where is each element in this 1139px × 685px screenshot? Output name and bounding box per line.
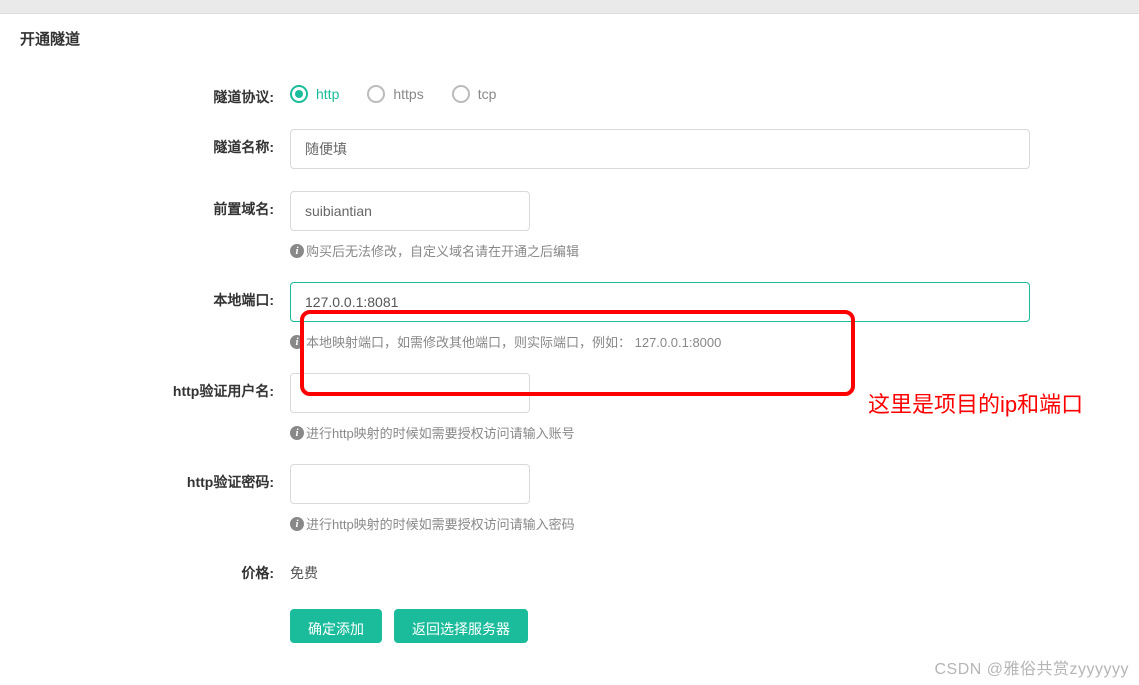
row-pass: http验证密码: i 进行http映射的时候如需要授权访问请输入密码 [20,464,1119,533]
label-name: 隧道名称: [20,129,290,157]
radio-http[interactable]: http [290,85,339,103]
protocol-radios: http https tcp [290,79,1030,103]
http-user-input[interactable] [290,373,530,413]
radio-icon [367,85,385,103]
radio-tcp[interactable]: tcp [452,85,497,103]
hint-port: i 本地映射端口，如需修改其他端口，则实际端口，例如： 127.0.0.1:80… [290,332,1030,351]
label-pass: http验证密码: [20,464,290,492]
hint-text: 购买后无法修改，自定义域名请在开通之后编辑 [306,241,579,260]
field-port: i 本地映射端口，如需修改其他端口，则实际端口，例如： 127.0.0.1:80… [290,282,1030,351]
row-domain: 前置域名: i 购买后无法修改，自定义域名请在开通之后编辑 [20,191,1119,260]
hint-text: 进行http映射的时候如需要授权访问请输入密码 [306,514,575,533]
hint-domain: i 购买后无法修改，自定义域名请在开通之后编辑 [290,241,1030,260]
info-icon: i [290,335,304,349]
row-price: 价格: 免费 [20,555,1119,583]
info-icon: i [290,426,304,440]
label-price: 价格: [20,555,290,583]
label-port: 本地端口: [20,282,290,310]
local-port-input[interactable] [290,282,1030,322]
http-pass-input[interactable] [290,464,530,504]
tunnel-name-input[interactable] [290,129,1030,169]
top-spacer [0,0,1139,14]
radio-https[interactable]: https [367,85,423,103]
domain-input[interactable] [290,191,530,231]
info-icon: i [290,244,304,258]
annotation-text: 这里是项目的ip和端口 [868,388,1083,421]
label-user: http验证用户名: [20,373,290,401]
radio-label: http [316,86,339,102]
label-domain: 前置域名: [20,191,290,219]
hint-text: 进行http映射的时候如需要授权访问请输入账号 [306,423,575,442]
field-price: 免费 [290,555,1030,583]
back-button[interactable]: 返回选择服务器 [394,609,528,643]
confirm-button[interactable]: 确定添加 [290,609,382,643]
form-panel: 开通隧道 隧道协议: http https tcp [0,14,1139,685]
label-protocol: 隧道协议: [20,79,290,107]
row-port: 本地端口: i 本地映射端口，如需修改其他端口，则实际端口，例如： 127.0.… [20,282,1119,351]
info-icon: i [290,517,304,531]
row-name: 隧道名称: [20,129,1119,169]
tunnel-form: 隧道协议: http https tcp [0,79,1139,685]
field-domain: i 购买后无法修改，自定义域名请在开通之后编辑 [290,191,1030,260]
label-empty [20,605,290,613]
field-protocol: http https tcp [290,79,1030,103]
field-pass: i 进行http映射的时候如需要授权访问请输入密码 [290,464,1030,533]
row-buttons: 确定添加 返回选择服务器 [20,605,1119,643]
radio-icon [290,85,308,103]
radio-label: https [393,86,423,102]
button-group: 确定添加 返回选择服务器 [290,605,1030,643]
hint-pass: i 进行http映射的时候如需要授权访问请输入密码 [290,514,1030,533]
watermark: CSDN @雅俗共赏zyyyyyy [934,655,1129,679]
field-name [290,129,1030,169]
panel-title: 开通隧道 [0,14,1139,79]
radio-icon [452,85,470,103]
price-value: 免费 [290,555,1030,583]
row-protocol: 隧道协议: http https tcp [20,79,1119,107]
hint-text: 本地映射端口，如需修改其他端口，则实际端口，例如： 127.0.0.1:8000 [306,332,721,351]
radio-label: tcp [478,86,497,102]
hint-user: i 进行http映射的时候如需要授权访问请输入账号 [290,423,1030,442]
